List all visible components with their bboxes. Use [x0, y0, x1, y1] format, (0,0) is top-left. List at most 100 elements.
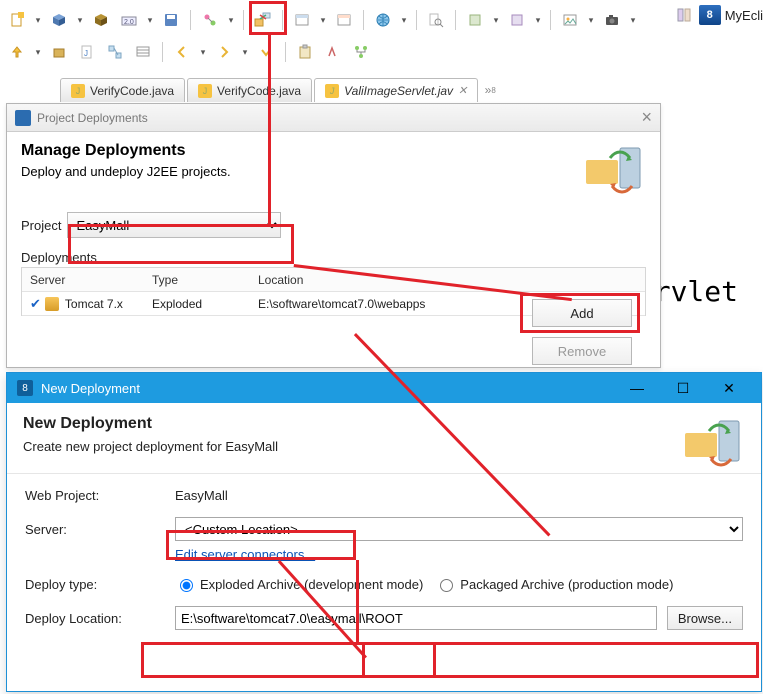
- table-header-row: Server Type Location: [22, 268, 645, 292]
- tab-valiimageservlet[interactable]: J ValiImageServlet.jav ✕: [314, 78, 478, 102]
- up-arrow-icon[interactable]: [6, 41, 28, 63]
- new-cube-icon[interactable]: [48, 9, 70, 31]
- radio-exploded[interactable]: Exploded Archive (development mode): [175, 576, 423, 592]
- close-button[interactable]: ✕: [707, 374, 751, 402]
- open-browser2-icon[interactable]: [333, 9, 355, 31]
- webproject-value: EasyMall: [175, 488, 228, 503]
- separator-icon: [363, 10, 364, 30]
- separator-icon: [550, 10, 551, 30]
- dropdown-icon[interactable]: ▾: [34, 41, 42, 63]
- dropdown-icon[interactable]: ▾: [146, 9, 154, 31]
- perspective-switch-icon[interactable]: [673, 4, 695, 26]
- dialog-heading: Manage Deployments: [21, 142, 584, 160]
- dialog-title-label: New Deployment: [41, 381, 140, 396]
- navigator-icon[interactable]: [199, 9, 221, 31]
- project-deployments-dialog: Project Deployments × Manage Deployments…: [6, 103, 661, 368]
- dropdown-icon[interactable]: ▾: [34, 9, 42, 31]
- tab-verifycode-1[interactable]: J VerifyCode.java: [60, 78, 185, 102]
- editor-tab-bar: J VerifyCode.java J VerifyCode.java J Va…: [60, 78, 500, 102]
- close-dialog-icon[interactable]: ×: [641, 107, 652, 128]
- java-file-icon: J: [198, 84, 212, 98]
- project-label: Project: [21, 218, 61, 233]
- dialog-icon: [15, 110, 31, 126]
- dropdown-icon[interactable]: ▾: [587, 9, 595, 31]
- bookmarks-icon[interactable]: [132, 41, 154, 63]
- java-file-icon: J: [71, 84, 85, 98]
- globe-icon[interactable]: [372, 9, 394, 31]
- tree-icon[interactable]: [350, 41, 372, 63]
- tab-overflow[interactable]: »8: [480, 78, 500, 102]
- fwd-icon[interactable]: [213, 41, 235, 63]
- open-browser-icon[interactable]: [291, 9, 313, 31]
- new-doc-icon[interactable]: [6, 9, 28, 31]
- radio-exploded-label: Exploded Archive (development mode): [200, 577, 423, 592]
- cell-type: Exploded: [152, 297, 258, 311]
- toolB-icon[interactable]: [506, 9, 528, 31]
- edit-server-connectors-link[interactable]: Edit server connectors...: [175, 547, 743, 562]
- dialog-titlebar[interactable]: Project Deployments ×: [7, 104, 660, 132]
- main-toolbar-row2: ▾ J ▾ ▾: [6, 38, 763, 66]
- add-button-label: Add: [570, 306, 593, 321]
- separator-icon: [416, 10, 417, 30]
- project-select[interactable]: EasyMall: [67, 212, 281, 238]
- radio-packaged-label: Packaged Archive (production mode): [460, 577, 673, 592]
- separator-icon: [243, 10, 244, 30]
- remove-button[interactable]: Remove: [532, 337, 632, 365]
- deployloc-input[interactable]: [175, 606, 657, 630]
- browse-button-label: Browse...: [678, 611, 732, 626]
- deploy-project-icon[interactable]: [252, 9, 274, 31]
- dialog-titlebar[interactable]: 8 New Deployment — ☐ ✕: [7, 373, 761, 403]
- dialog-subtext: Create new project deployment for EasyMa…: [23, 439, 683, 454]
- cube-alt-icon[interactable]: [90, 9, 112, 31]
- tab-verifycode-2[interactable]: J VerifyCode.java: [187, 78, 312, 102]
- browse-button[interactable]: Browse...: [667, 606, 743, 630]
- server-label: Server:: [25, 522, 165, 537]
- dropdown-icon[interactable]: ▾: [400, 9, 408, 31]
- dropdown-icon[interactable]: ▾: [227, 9, 235, 31]
- struct-icon[interactable]: [104, 41, 126, 63]
- image-icon[interactable]: [559, 9, 581, 31]
- dropdown-icon[interactable]: ▾: [319, 9, 327, 31]
- separator-icon: [282, 10, 283, 30]
- package-icon[interactable]: [48, 41, 70, 63]
- maximize-button[interactable]: ☐: [661, 374, 705, 402]
- radio-exploded-input[interactable]: [180, 579, 193, 592]
- add-button[interactable]: Add: [532, 299, 632, 327]
- dropdown-icon[interactable]: ▾: [629, 9, 637, 31]
- minimize-button[interactable]: —: [615, 374, 659, 402]
- search-doc-icon[interactable]: [425, 9, 447, 31]
- java-file-icon[interactable]: J: [76, 41, 98, 63]
- down-icon[interactable]: [255, 41, 277, 63]
- separator-icon: [285, 42, 286, 62]
- separator-icon: [162, 42, 163, 62]
- marker-icon[interactable]: [322, 41, 344, 63]
- radio-packaged-input[interactable]: [440, 579, 453, 592]
- close-tab-icon[interactable]: ✕: [458, 84, 467, 97]
- svg-text:J: J: [84, 49, 88, 58]
- dropdown-icon[interactable]: ▾: [534, 9, 542, 31]
- radio-packaged[interactable]: Packaged Archive (production mode): [435, 576, 673, 592]
- separator-icon: [190, 10, 191, 30]
- dropdown-icon[interactable]: ▾: [241, 41, 249, 63]
- dropdown-icon[interactable]: ▾: [492, 9, 500, 31]
- col-type: Type: [152, 273, 258, 287]
- remove-button-label: Remove: [558, 344, 606, 359]
- scale-100-icon[interactable]: 2.0: [118, 9, 140, 31]
- server-select[interactable]: <Custom Location>: [175, 517, 743, 541]
- dropdown-icon[interactable]: ▾: [199, 41, 207, 63]
- separator-icon: [455, 10, 456, 30]
- deployments-label: Deployments: [7, 240, 660, 267]
- perspective-bar: 8 MyEcli: [673, 4, 763, 26]
- app-name-label: MyEcli: [725, 8, 763, 23]
- paste-icon[interactable]: [294, 41, 316, 63]
- camera-icon[interactable]: [601, 9, 623, 31]
- java-file-icon: J: [325, 84, 339, 98]
- dropdown-icon[interactable]: ▾: [76, 9, 84, 31]
- svg-text:2.0: 2.0: [124, 19, 134, 26]
- deployloc-label: Deploy Location:: [25, 611, 165, 626]
- save-icon[interactable]: [160, 9, 182, 31]
- back-icon[interactable]: [171, 41, 193, 63]
- tab-label: VerifyCode.java: [90, 84, 174, 98]
- toolA-icon[interactable]: [464, 9, 486, 31]
- col-location: Location: [258, 273, 645, 287]
